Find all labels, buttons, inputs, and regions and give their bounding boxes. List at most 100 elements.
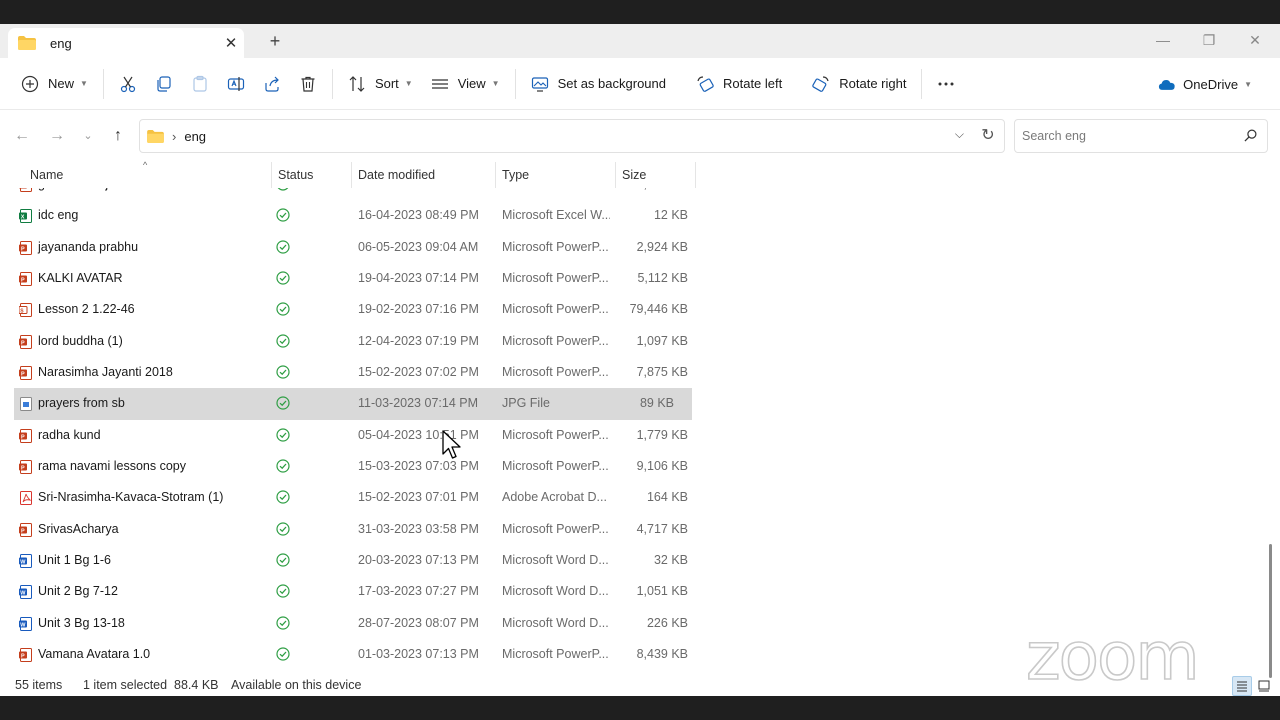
tiles-view-button[interactable] [1254,676,1274,696]
tab-eng[interactable]: eng ✕ [8,28,244,58]
close-tab-icon[interactable]: ✕ [218,34,244,52]
forward-arrow-icon[interactable]: → [45,124,69,148]
new-tab-button[interactable]: + [262,30,288,52]
sort-button[interactable]: Sort ▼ [339,67,422,101]
sync-status-icon [276,271,290,285]
file-name: gurumaharaj [38,188,108,200]
file-row[interactable]: W Unit 3 Bg 13-18 28-07-2023 08:07 PM Mi… [0,608,692,639]
file-name: Vamana Avatara 1.0 [38,646,151,661]
file-size: 79,446 KB [629,302,688,317]
close-window-button[interactable]: ✕ [1232,28,1278,52]
image-file-icon [19,397,33,412]
file-name: lord buddha (1) [38,333,123,348]
file-row[interactable]: P Narasimha Jayanti 2018 15-02-2023 07:0… [0,357,692,388]
file-date: 16-04-2023 08:49 PM [358,208,479,223]
file-row[interactable]: P Vamana Avatara 1.0 01-03-2023 07:13 PM… [0,639,692,670]
column-size-header[interactable]: Size [622,168,646,182]
file-row[interactable]: P jayananda prabhu 06-05-2023 09:04 AM M… [0,232,692,263]
file-name: KALKI AVATAR [38,270,123,285]
file-row[interactable]: X idc eng 16-04-2023 08:49 PM Microsoft … [0,200,692,231]
file-row[interactable]: P gurumaharaj 31-03-2023 04:46 PM Micros… [0,188,692,200]
minimize-button[interactable]: — [1140,28,1186,52]
onedrive-button[interactable]: OneDrive ▼ [1158,67,1252,101]
powerpoint-icon: P [19,428,33,443]
share-button[interactable] [254,67,290,101]
svg-text:P: P [21,340,25,346]
column-divider[interactable] [271,162,272,188]
file-size: 7,875 KB [636,364,688,379]
chevron-down-icon: ▼ [1244,79,1252,89]
file-size: 32 KB [653,552,688,567]
column-divider[interactable] [615,162,616,188]
refresh-icon[interactable]: ↻ [976,124,1000,148]
file-size: 164 KB [646,490,688,505]
restore-button[interactable]: ❐ [1186,28,1232,52]
column-status-header[interactable]: Status [278,168,313,182]
search-box[interactable] [1014,119,1268,153]
set-as-background-button[interactable]: Set as background [522,67,675,101]
scrollbar-thumb[interactable] [1269,544,1272,678]
file-row[interactable]: prayers from sb 11-03-2023 07:14 PM JPG … [14,388,692,420]
file-size: 1,051 KB [636,584,688,599]
column-name-header[interactable]: Name [30,168,63,182]
vertical-scrollbar[interactable] [1266,188,1274,680]
cut-button[interactable] [110,67,146,101]
file-row[interactable]: P SrivasAcharya 31-03-2023 03:58 PM Micr… [0,514,692,545]
column-divider[interactable] [695,162,696,188]
new-button[interactable]: New ▼ [12,67,97,101]
file-row[interactable]: S Lesson 2 1.22-46 19-02-2023 07:16 PM M… [0,294,692,325]
svg-text:P: P [21,188,25,189]
breadcrumb-item[interactable]: eng [184,129,206,144]
chevron-down-icon: ▼ [491,79,500,88]
file-date: 11-03-2023 07:14 PM [358,396,478,411]
rename-button[interactable] [218,67,254,101]
powerpoint-icon: P [19,188,33,192]
file-row[interactable]: P radha kund 05-04-2023 10:51 PM Microso… [0,420,692,451]
address-dropdown-icon[interactable]: ⌵ [955,127,964,142]
search-icon[interactable] [1244,129,1257,142]
copy-button[interactable] [146,67,182,101]
more-options-button[interactable] [928,67,964,101]
svg-text:P: P [21,277,25,283]
sync-status-icon [276,553,290,567]
address-bar[interactable]: › eng ⌵ [139,119,1005,153]
back-arrow-icon[interactable]: ← [10,124,34,148]
file-row[interactable]: P lord buddha (1) 12-04-2023 07:19 PM Mi… [0,326,692,357]
file-name: Narasimha Jayanti 2018 [38,364,173,379]
rotate-right-label: Rotate right [839,76,907,91]
sync-status-icon [276,208,290,222]
rotate-left-button[interactable]: Rotate left [687,67,791,101]
sync-status-icon [276,302,290,316]
rotate-right-button[interactable]: Rotate right [803,67,915,101]
tab-title: eng [50,35,72,51]
file-row[interactable]: P rama navami lessons copy 15-03-2023 07… [0,451,692,482]
column-type-header[interactable]: Type [502,168,529,182]
file-type: JPG File [502,396,550,411]
folder-icon [18,36,36,50]
paste-button[interactable] [182,67,218,101]
search-input[interactable] [1015,120,1235,152]
file-size: 4,717 KB [636,521,688,536]
svg-text:W: W [20,559,26,565]
file-row[interactable]: W Unit 2 Bg 7-12 17-03-2023 07:27 PM Mic… [0,576,692,607]
file-row[interactable]: Sri-Nrasimha-Kavaca-Stotram (1) 15-02-20… [0,482,692,513]
column-divider[interactable] [351,162,352,188]
view-button[interactable]: View ▼ [422,67,509,101]
item-count: 55 items [15,678,63,692]
up-arrow-icon[interactable]: ↑ [106,124,130,148]
recent-chevron-icon[interactable]: ⌄ [76,124,100,148]
cloud-icon [1159,79,1175,90]
details-view-button[interactable] [1232,676,1252,696]
file-type: Microsoft PowerP... [502,646,609,661]
column-date-header[interactable]: Date modified [358,168,435,182]
file-date: 15-02-2023 07:02 PM [358,364,479,379]
file-date: 12-04-2023 07:19 PM [358,333,479,348]
file-row[interactable]: W Unit 1 Bg 1-6 20-03-2023 07:13 PM Micr… [0,545,692,576]
sync-status-icon [276,334,290,348]
folder-icon [147,129,164,143]
rotate-left-icon [697,75,714,92]
file-row[interactable]: P KALKI AVATAR 19-04-2023 07:14 PM Micro… [0,263,692,294]
chevron-down-icon: ▼ [404,79,413,88]
delete-button[interactable] [290,67,326,101]
column-divider[interactable] [495,162,496,188]
